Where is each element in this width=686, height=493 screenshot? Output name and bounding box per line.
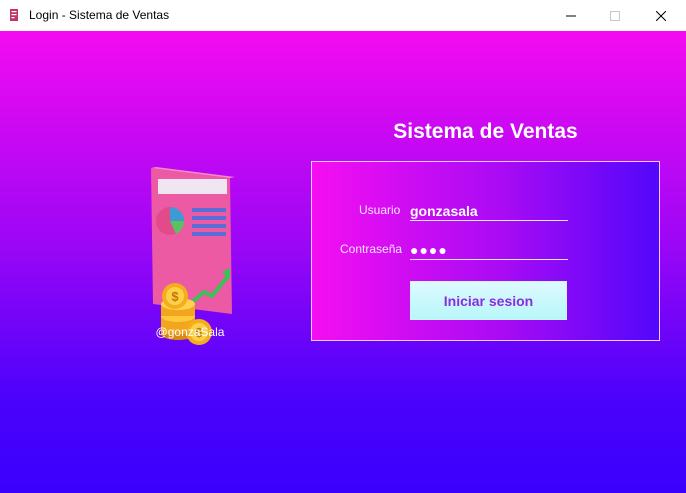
username-input[interactable] [410,202,568,221]
maximize-icon [610,10,620,21]
page-title: Sistema de Ventas [393,120,578,143]
window-title: Login - Sistema de Ventas [29,8,170,22]
login-panel: Usuario Contraseña Iniciar sesion [311,161,660,341]
app-icon [10,9,18,21]
author-credit: @gonzaSala [155,325,225,339]
password-label: Contraseña [340,242,403,256]
close-button[interactable] [638,0,684,31]
title-bar: Login - Sistema de Ventas [0,0,686,32]
maximize-button[interactable] [592,0,638,31]
main-content: $ $ @gonzaSala Sistema de Ventas Usuario… [0,31,686,493]
username-label: Usuario [359,203,401,217]
svg-text:$: $ [171,289,179,304]
minimize-button[interactable] [548,0,594,31]
sales-report-coins-icon: $ $ [151,167,235,345]
close-icon [656,10,666,21]
password-input[interactable] [410,241,568,260]
minimize-icon [566,15,576,16]
login-button[interactable]: Iniciar sesion [410,281,567,320]
